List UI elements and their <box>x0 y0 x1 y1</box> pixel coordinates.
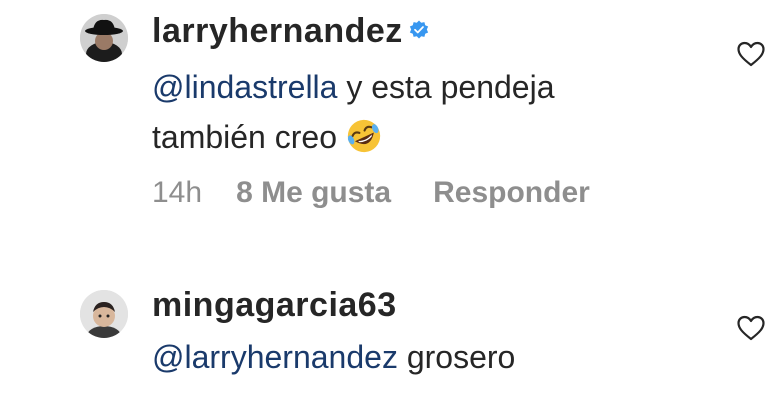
reply-button[interactable]: Responder <box>433 176 590 209</box>
likes-count[interactable]: 8 Me gusta <box>236 176 391 209</box>
comment-meta: 14h 8 Me gusta Responder <box>152 176 590 210</box>
comment-text: @larryhernandez grosero <box>152 332 515 382</box>
avatar-child-image <box>80 290 128 338</box>
comment-text-line2: también creo <box>152 119 337 155</box>
mention-link[interactable]: @larryhernandez <box>152 339 398 375</box>
rolling-on-the-floor-laughing-emoji-icon <box>347 119 381 152</box>
mention-link[interactable]: @lindastrella <box>152 69 337 105</box>
comment-item: larryhernandez @lindastrella y esta pend… <box>0 0 768 250</box>
comment-text-line1: y esta pendeja <box>337 69 555 105</box>
avatar[interactable] <box>80 290 128 338</box>
username-text[interactable]: larryhernandez <box>152 12 403 50</box>
username-text[interactable]: mingagarcia63 <box>152 286 397 324</box>
comment-item: mingagarcia63 @larryhernandez grosero <box>0 276 768 400</box>
avatar-cowboy-hat-image <box>80 14 128 62</box>
comment-username[interactable]: larryhernandez <box>152 12 429 51</box>
comment-text: @lindastrella y esta pendeja también cre… <box>152 62 555 162</box>
comment-text-body: grosero <box>397 339 516 375</box>
verified-badge-icon <box>409 20 428 39</box>
heart-icon[interactable] <box>736 40 766 68</box>
comment-username[interactable]: mingagarcia63 <box>152 286 397 325</box>
avatar[interactable] <box>80 14 128 62</box>
comment-timestamp[interactable]: 14h <box>152 176 202 209</box>
heart-icon[interactable] <box>736 314 766 342</box>
